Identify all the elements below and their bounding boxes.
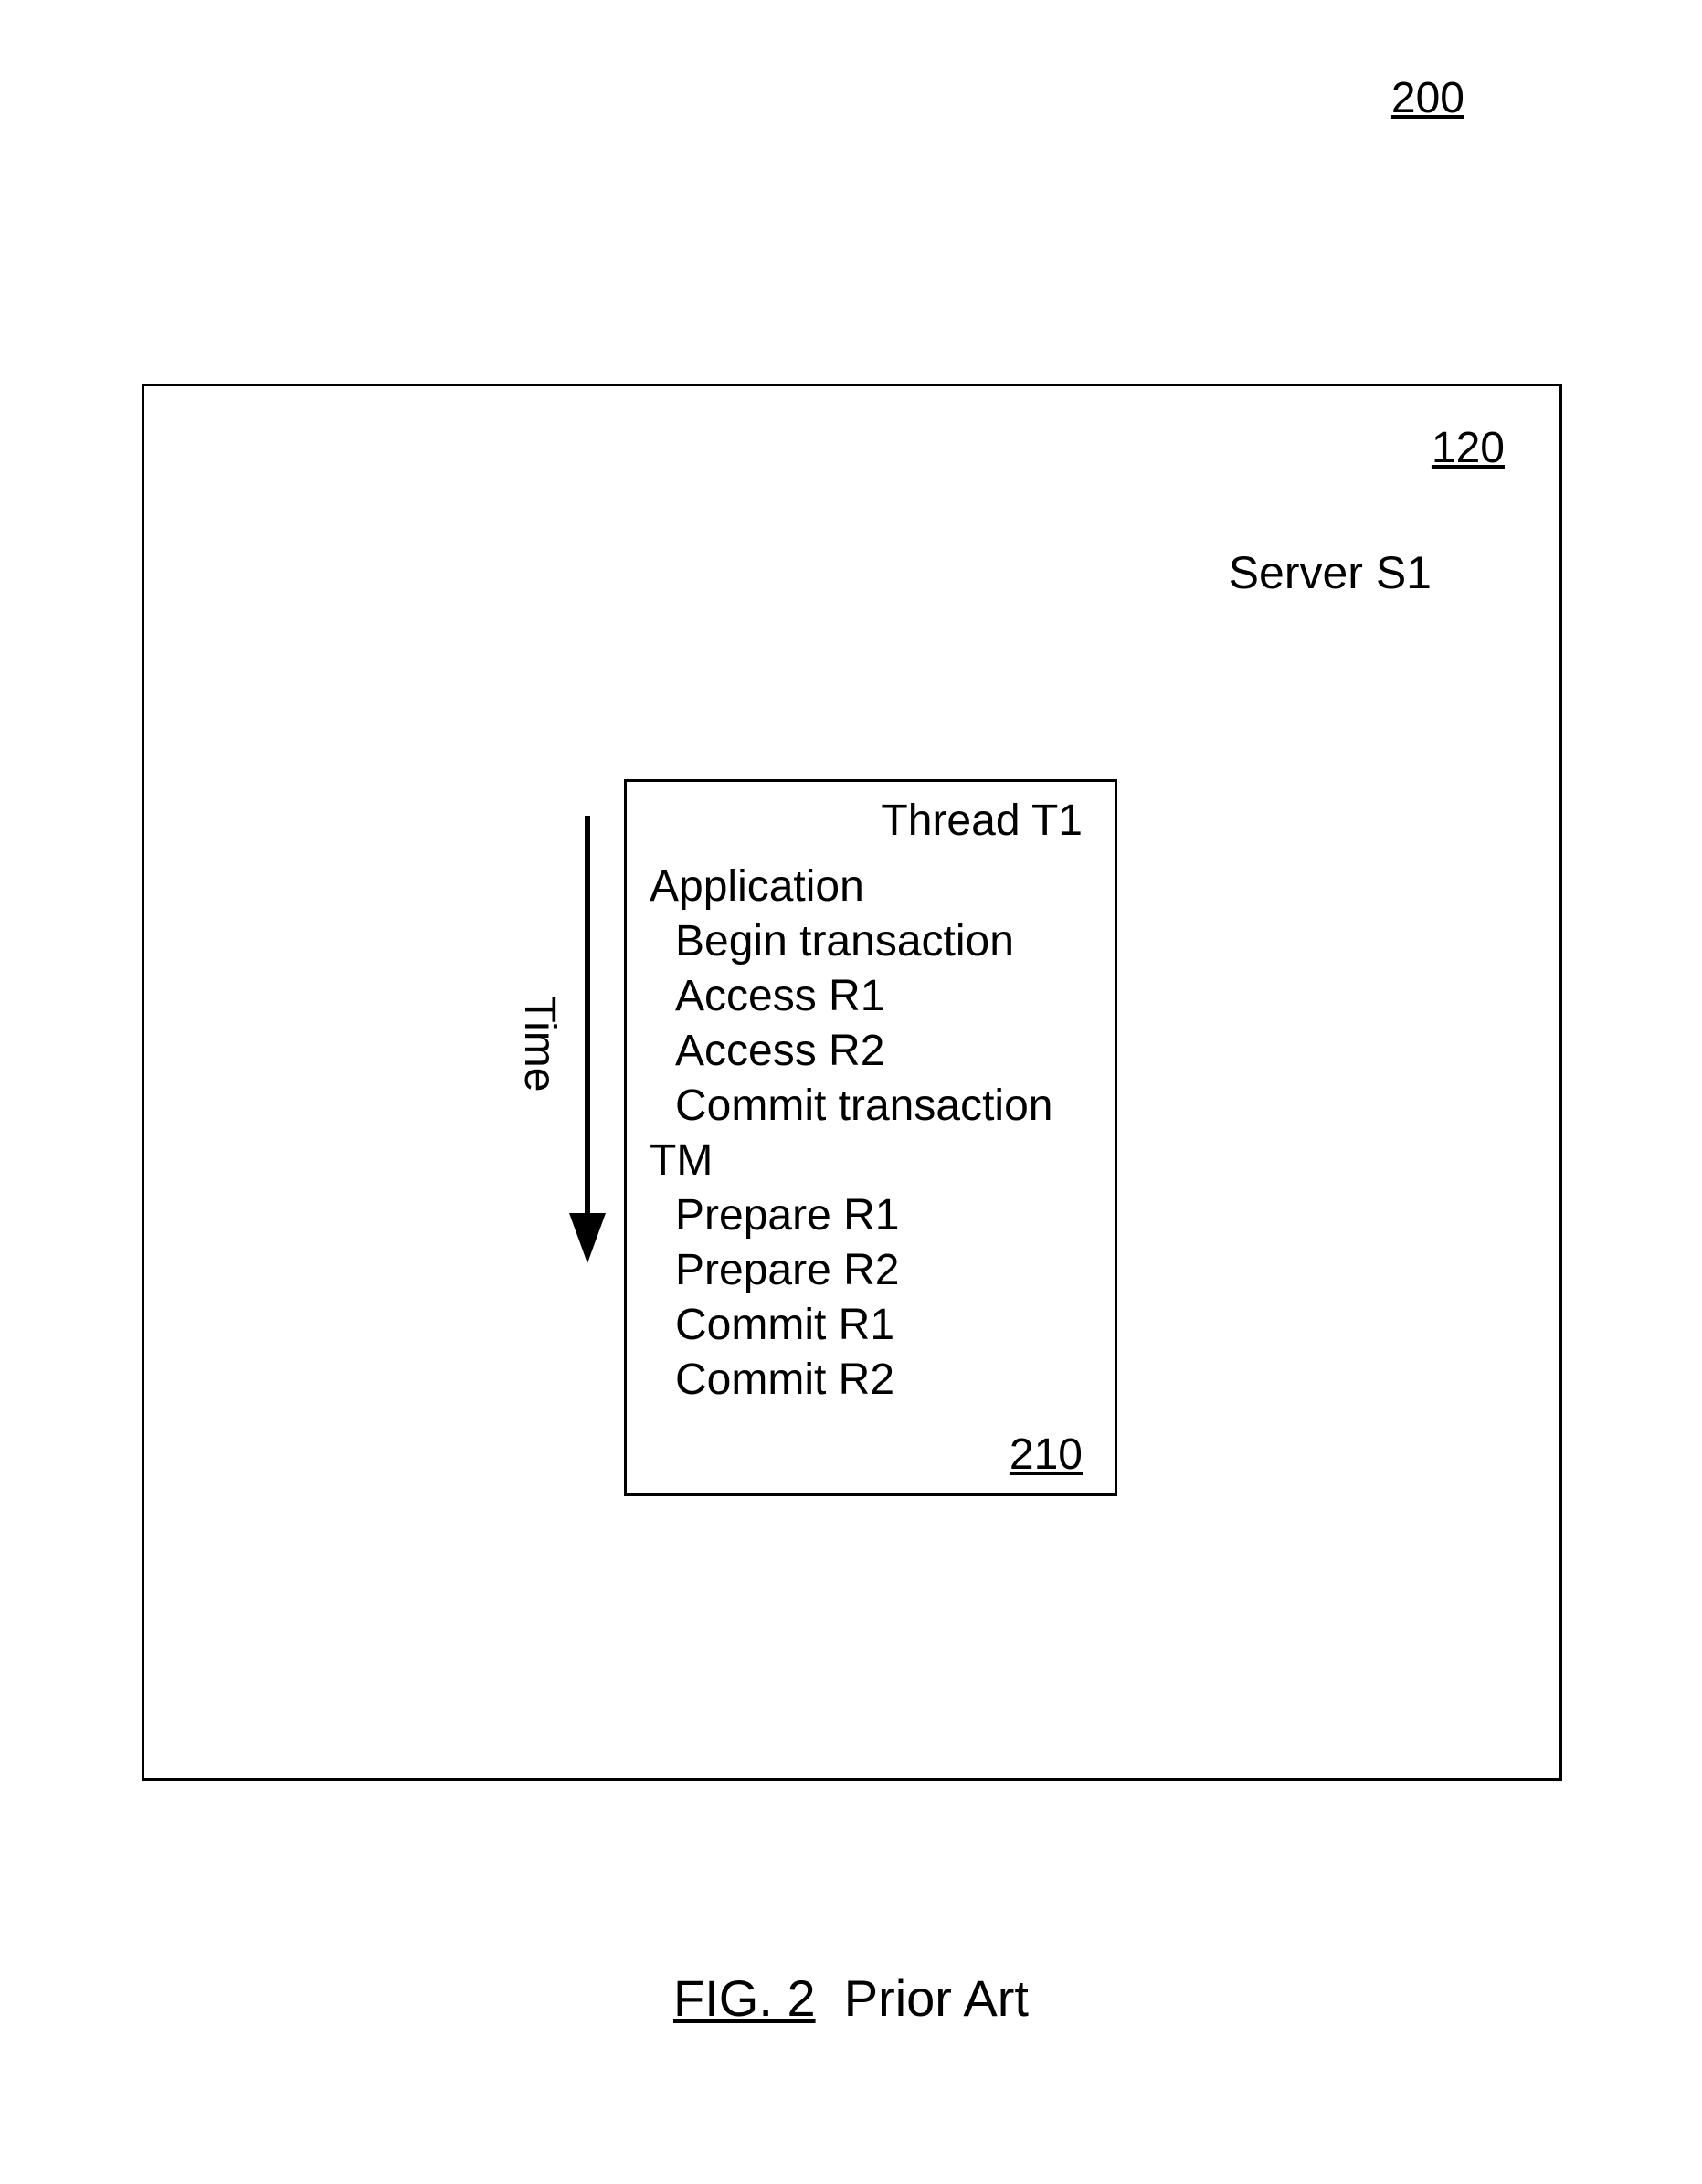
arrow-line: [585, 816, 590, 1231]
arrow-down-icon: [569, 1213, 606, 1263]
step-commit-r2: Commit R2: [650, 1353, 1052, 1408]
time-axis: Time: [519, 816, 610, 1272]
figure-ref-200: 200: [1391, 73, 1464, 123]
figure-caption: FIG. 2 Prior Art: [0, 1968, 1702, 2028]
step-commit-r1: Commit R1: [650, 1298, 1052, 1353]
step-begin-transaction: Begin transaction: [650, 914, 1052, 969]
step-group-application: Application: [650, 860, 1052, 914]
thread-steps: Application Begin transaction Access R1 …: [650, 860, 1052, 1408]
time-axis-label: Time: [514, 997, 565, 1092]
server-label: Server S1: [1229, 546, 1432, 599]
server-ref-120: 120: [1432, 423, 1505, 473]
step-commit-transaction: Commit transaction: [650, 1079, 1052, 1134]
figure-number: FIG. 2: [673, 1969, 816, 2027]
figure-text: Prior Art: [844, 1969, 1029, 2027]
step-prepare-r2: Prepare R2: [650, 1243, 1052, 1298]
step-access-r1: Access R1: [650, 969, 1052, 1024]
thread-box: Thread T1 Application Begin transaction …: [624, 779, 1117, 1496]
step-prepare-r1: Prepare R1: [650, 1188, 1052, 1243]
server-box: 120 Server S1 Time Thread T1 Application…: [142, 384, 1562, 1781]
thread-ref-210: 210: [1010, 1430, 1083, 1480]
step-group-tm: TM: [650, 1134, 1052, 1188]
thread-title: Thread T1: [881, 796, 1083, 846]
step-access-r2: Access R2: [650, 1024, 1052, 1079]
